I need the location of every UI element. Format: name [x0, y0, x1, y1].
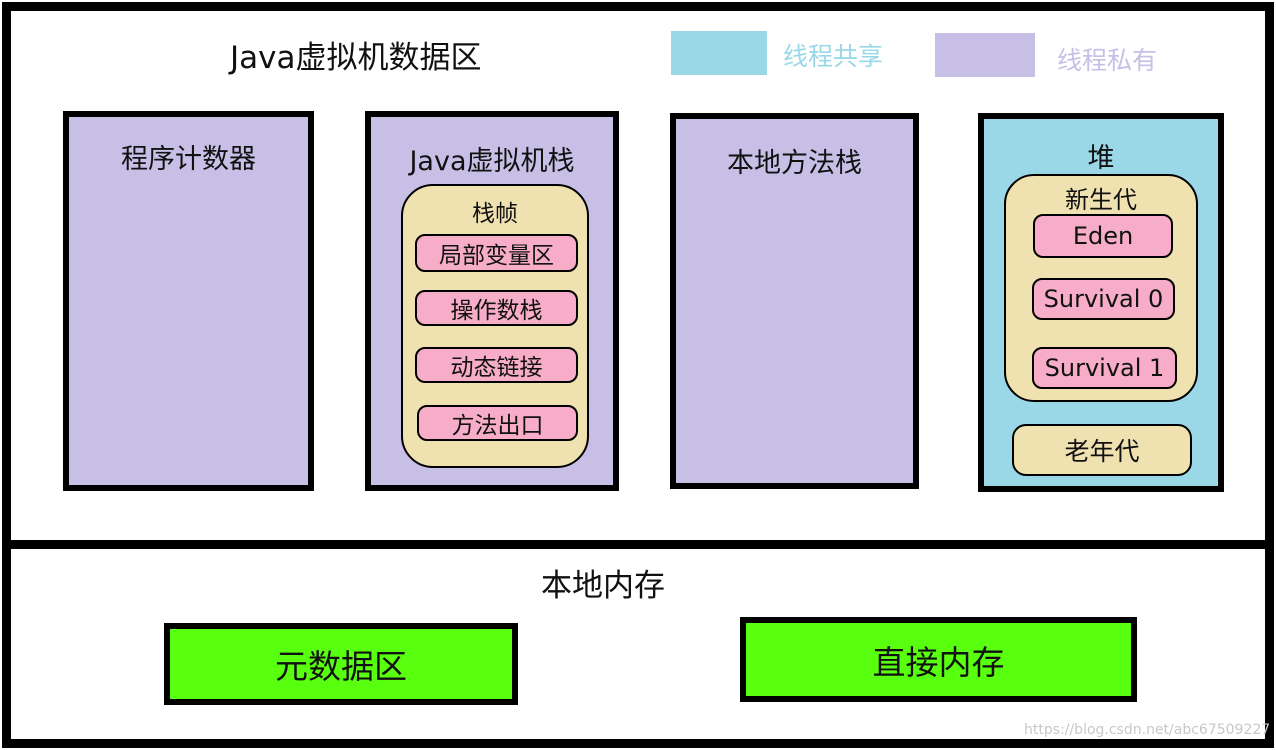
jvm-data-area-title: Java虚拟机数据区 — [230, 40, 482, 76]
program-counter-box: 程序计数器 — [63, 111, 314, 491]
old-gen-box: 老年代 — [1012, 424, 1192, 476]
direct-memory-box: 直接内存 — [740, 617, 1137, 702]
young-gen-title: 新生代 — [1065, 186, 1137, 214]
metaspace-box: 元数据区 — [164, 623, 518, 705]
stack-frame-title: 栈帧 — [472, 201, 518, 227]
dynamic-linking-slot: 动态链接 — [415, 347, 578, 383]
legend-shared-label: 线程共享 — [783, 42, 884, 71]
heap-box: 堆 新生代 Eden Survival 0 Survival 1 老年代 — [978, 113, 1224, 492]
heap-title: 堆 — [1087, 143, 1115, 174]
native-method-stack-title: 本地方法栈 — [727, 148, 862, 179]
vm-stack-title: Java虚拟机栈 — [409, 146, 575, 177]
eden-space: Eden — [1033, 214, 1173, 258]
native-method-stack-box: 本地方法栈 — [670, 113, 919, 489]
watermark: https://blog.csdn.net/abc67509227 — [1024, 722, 1271, 738]
survivor-0-space: Survival 0 — [1032, 278, 1175, 320]
native-memory-title: 本地内存 — [541, 568, 665, 604]
program-counter-title: 程序计数器 — [121, 144, 256, 175]
section-divider — [2, 540, 1274, 549]
legend-private-swatch — [935, 33, 1035, 77]
stack-frame-box: 栈帧 局部变量区 操作数栈 动态链接 方法出口 — [401, 184, 589, 468]
vm-stack-box: Java虚拟机栈 栈帧 局部变量区 操作数栈 动态链接 方法出口 — [365, 111, 619, 491]
local-variables-slot: 局部变量区 — [415, 234, 578, 272]
method-exit-slot: 方法出口 — [417, 405, 578, 441]
legend-private-label: 线程私有 — [1057, 46, 1158, 75]
young-gen-box: 新生代 Eden Survival 0 Survival 1 — [1004, 174, 1198, 402]
operand-stack-slot: 操作数栈 — [415, 290, 578, 326]
survivor-1-space: Survival 1 — [1032, 347, 1177, 389]
legend-shared-swatch — [671, 31, 767, 75]
